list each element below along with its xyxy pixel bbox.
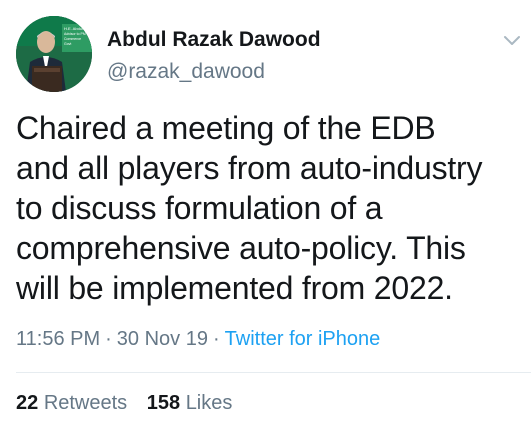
avatar[interactable]: H.E. Abdul Advisor to PM Commerce Govt bbox=[16, 16, 92, 92]
tweet-date[interactable]: 30 Nov 19 bbox=[117, 328, 208, 350]
svg-text:H.E. Abdul: H.E. Abdul bbox=[64, 26, 83, 31]
svg-text:Advisor to PM: Advisor to PM bbox=[64, 32, 86, 36]
divider bbox=[16, 372, 531, 373]
tweet-text-line: Chaired a meeting of the EDB bbox=[16, 110, 436, 146]
svg-text:Commerce: Commerce bbox=[64, 37, 81, 41]
retweets-count: 22 bbox=[16, 392, 39, 414]
display-name[interactable]: Abdul Razak Dawood bbox=[107, 28, 321, 52]
meta-separator: · bbox=[105, 328, 112, 350]
tweet-time[interactable]: 11:56 PM bbox=[16, 328, 100, 350]
tweet-card: H.E. Abdul Advisor to PM Commerce Govt A… bbox=[0, 0, 531, 429]
user-handle[interactable]: @razak_dawood bbox=[107, 60, 265, 84]
tweet-stats: 22 Retweets 158 Likes bbox=[16, 392, 246, 415]
likes-count: 158 bbox=[146, 392, 181, 414]
avatar-image: H.E. Abdul Advisor to PM Commerce Govt bbox=[16, 16, 92, 92]
retweets-stat[interactable]: 22 Retweets bbox=[16, 392, 127, 414]
retweets-label: Retweets bbox=[43, 392, 128, 414]
tweet-text-line: to discuss formulation of a bbox=[16, 190, 383, 226]
tweet-text-line: will be implemented from 2022. bbox=[16, 270, 453, 306]
tweet-meta: 11:56 PM · 30 Nov 19 · Twitter for iPhone bbox=[16, 328, 380, 351]
svg-text:Govt: Govt bbox=[64, 42, 71, 46]
tweet-text-line: and all players from auto-industry bbox=[16, 150, 483, 186]
meta-separator: · bbox=[212, 328, 220, 350]
tweet-text: Chaired a meeting of the EDB and all pla… bbox=[16, 108, 521, 308]
likes-stat[interactable]: 158 Likes bbox=[147, 392, 233, 414]
likes-label: Likes bbox=[185, 392, 233, 414]
tweet-text-line: comprehensive auto-policy. This bbox=[16, 230, 466, 266]
tweet-source-link[interactable]: Twitter for iPhone bbox=[225, 328, 381, 350]
chevron-down-icon[interactable] bbox=[503, 34, 521, 46]
